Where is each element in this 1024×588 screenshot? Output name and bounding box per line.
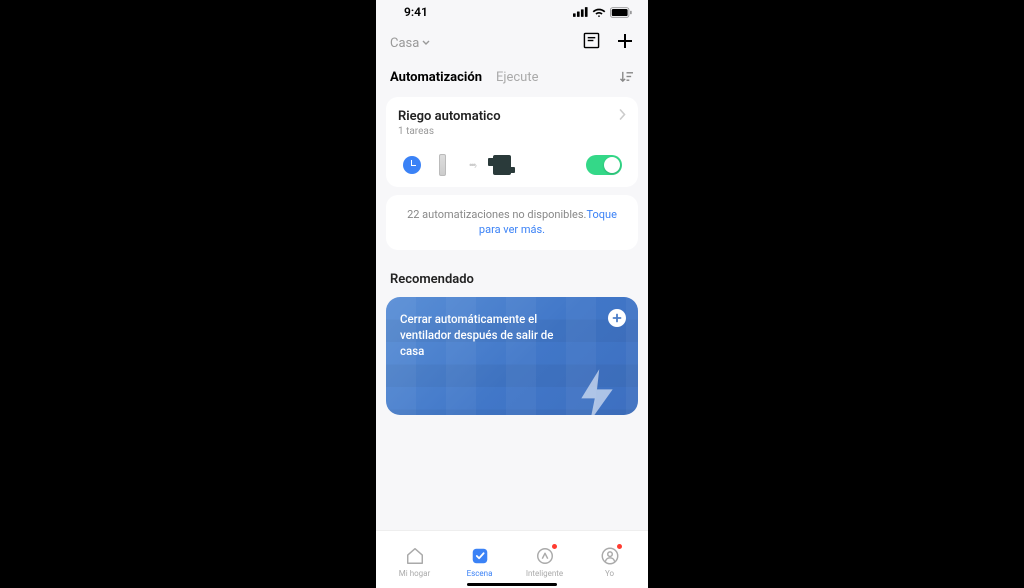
automation-card[interactable]: Riego automatico 1 tareas •••› xyxy=(386,97,638,187)
tab-home-label: Mi hogar xyxy=(399,569,430,578)
tab-automatizacion[interactable]: Automatización xyxy=(390,70,482,85)
automation-toggle[interactable] xyxy=(586,155,622,175)
banner-text: 22 automatizaciones no disponibles. xyxy=(407,208,586,221)
chevron-right-icon xyxy=(619,109,626,120)
signal-icon xyxy=(573,7,588,17)
profile-icon xyxy=(600,546,620,566)
valve-icon xyxy=(492,155,512,175)
top-nav-actions xyxy=(583,32,634,54)
status-time: 9:41 xyxy=(404,5,428,19)
notification-dot xyxy=(617,544,622,549)
wifi-icon xyxy=(592,7,606,17)
location-label: Casa xyxy=(390,36,419,51)
status-bar: 9:41 xyxy=(376,0,648,22)
automation-flow: •••› xyxy=(402,155,512,175)
recommended-card[interactable]: Cerrar automáticamente el ventilador des… xyxy=(386,297,638,415)
smart-icon xyxy=(535,546,555,566)
tab-me[interactable]: Yo xyxy=(577,545,642,578)
sort-icon[interactable] xyxy=(619,68,634,87)
clock-icon xyxy=(402,155,422,175)
tab-me-label: Yo xyxy=(605,569,614,578)
tab-ejecute[interactable]: Ejecute xyxy=(496,70,539,85)
card-body: •••› xyxy=(398,155,626,175)
automation-subtitle: 1 tareas xyxy=(398,126,501,137)
scene-icon xyxy=(470,546,490,566)
arrow-icon: •••› xyxy=(462,155,482,175)
phone-screen: 9:41 Casa Automatización Ejecute xyxy=(376,0,648,588)
tab-scene[interactable]: Escena xyxy=(447,545,512,578)
automation-title: Riego automatico xyxy=(398,109,501,124)
location-selector[interactable]: Casa xyxy=(390,36,430,51)
chevron-down-icon xyxy=(422,40,430,46)
recommended-text: Cerrar automáticamente el ventilador des… xyxy=(400,311,580,359)
top-nav: Casa xyxy=(376,22,648,60)
page-tabs: Automatización Ejecute xyxy=(376,60,648,97)
sensor-icon xyxy=(432,155,452,175)
tab-scene-label: Escena xyxy=(467,569,493,578)
unavailable-banner[interactable]: 22 automatizaciones no disponibles.Toque… xyxy=(386,195,638,250)
home-indicator xyxy=(467,583,557,587)
tab-smart[interactable]: Inteligente xyxy=(512,545,577,578)
tab-smart-label: Inteligente xyxy=(526,569,563,578)
card-header: Riego automatico 1 tareas xyxy=(398,109,626,137)
status-indicators xyxy=(573,7,632,18)
add-icon[interactable] xyxy=(616,32,634,54)
home-icon xyxy=(405,546,425,566)
recommended-add-button[interactable] xyxy=(608,309,626,327)
bolt-icon xyxy=(574,367,620,415)
battery-icon xyxy=(610,7,632,18)
recommended-title: Recomendado xyxy=(386,272,638,297)
content-area: Riego automatico 1 tareas •••› 22 automa… xyxy=(376,97,648,530)
tab-home[interactable]: Mi hogar xyxy=(382,545,447,578)
list-icon[interactable] xyxy=(583,32,600,54)
bottom-tabbar: Mi hogar Escena Inteligente Yo xyxy=(376,530,648,588)
notification-dot xyxy=(552,544,557,549)
